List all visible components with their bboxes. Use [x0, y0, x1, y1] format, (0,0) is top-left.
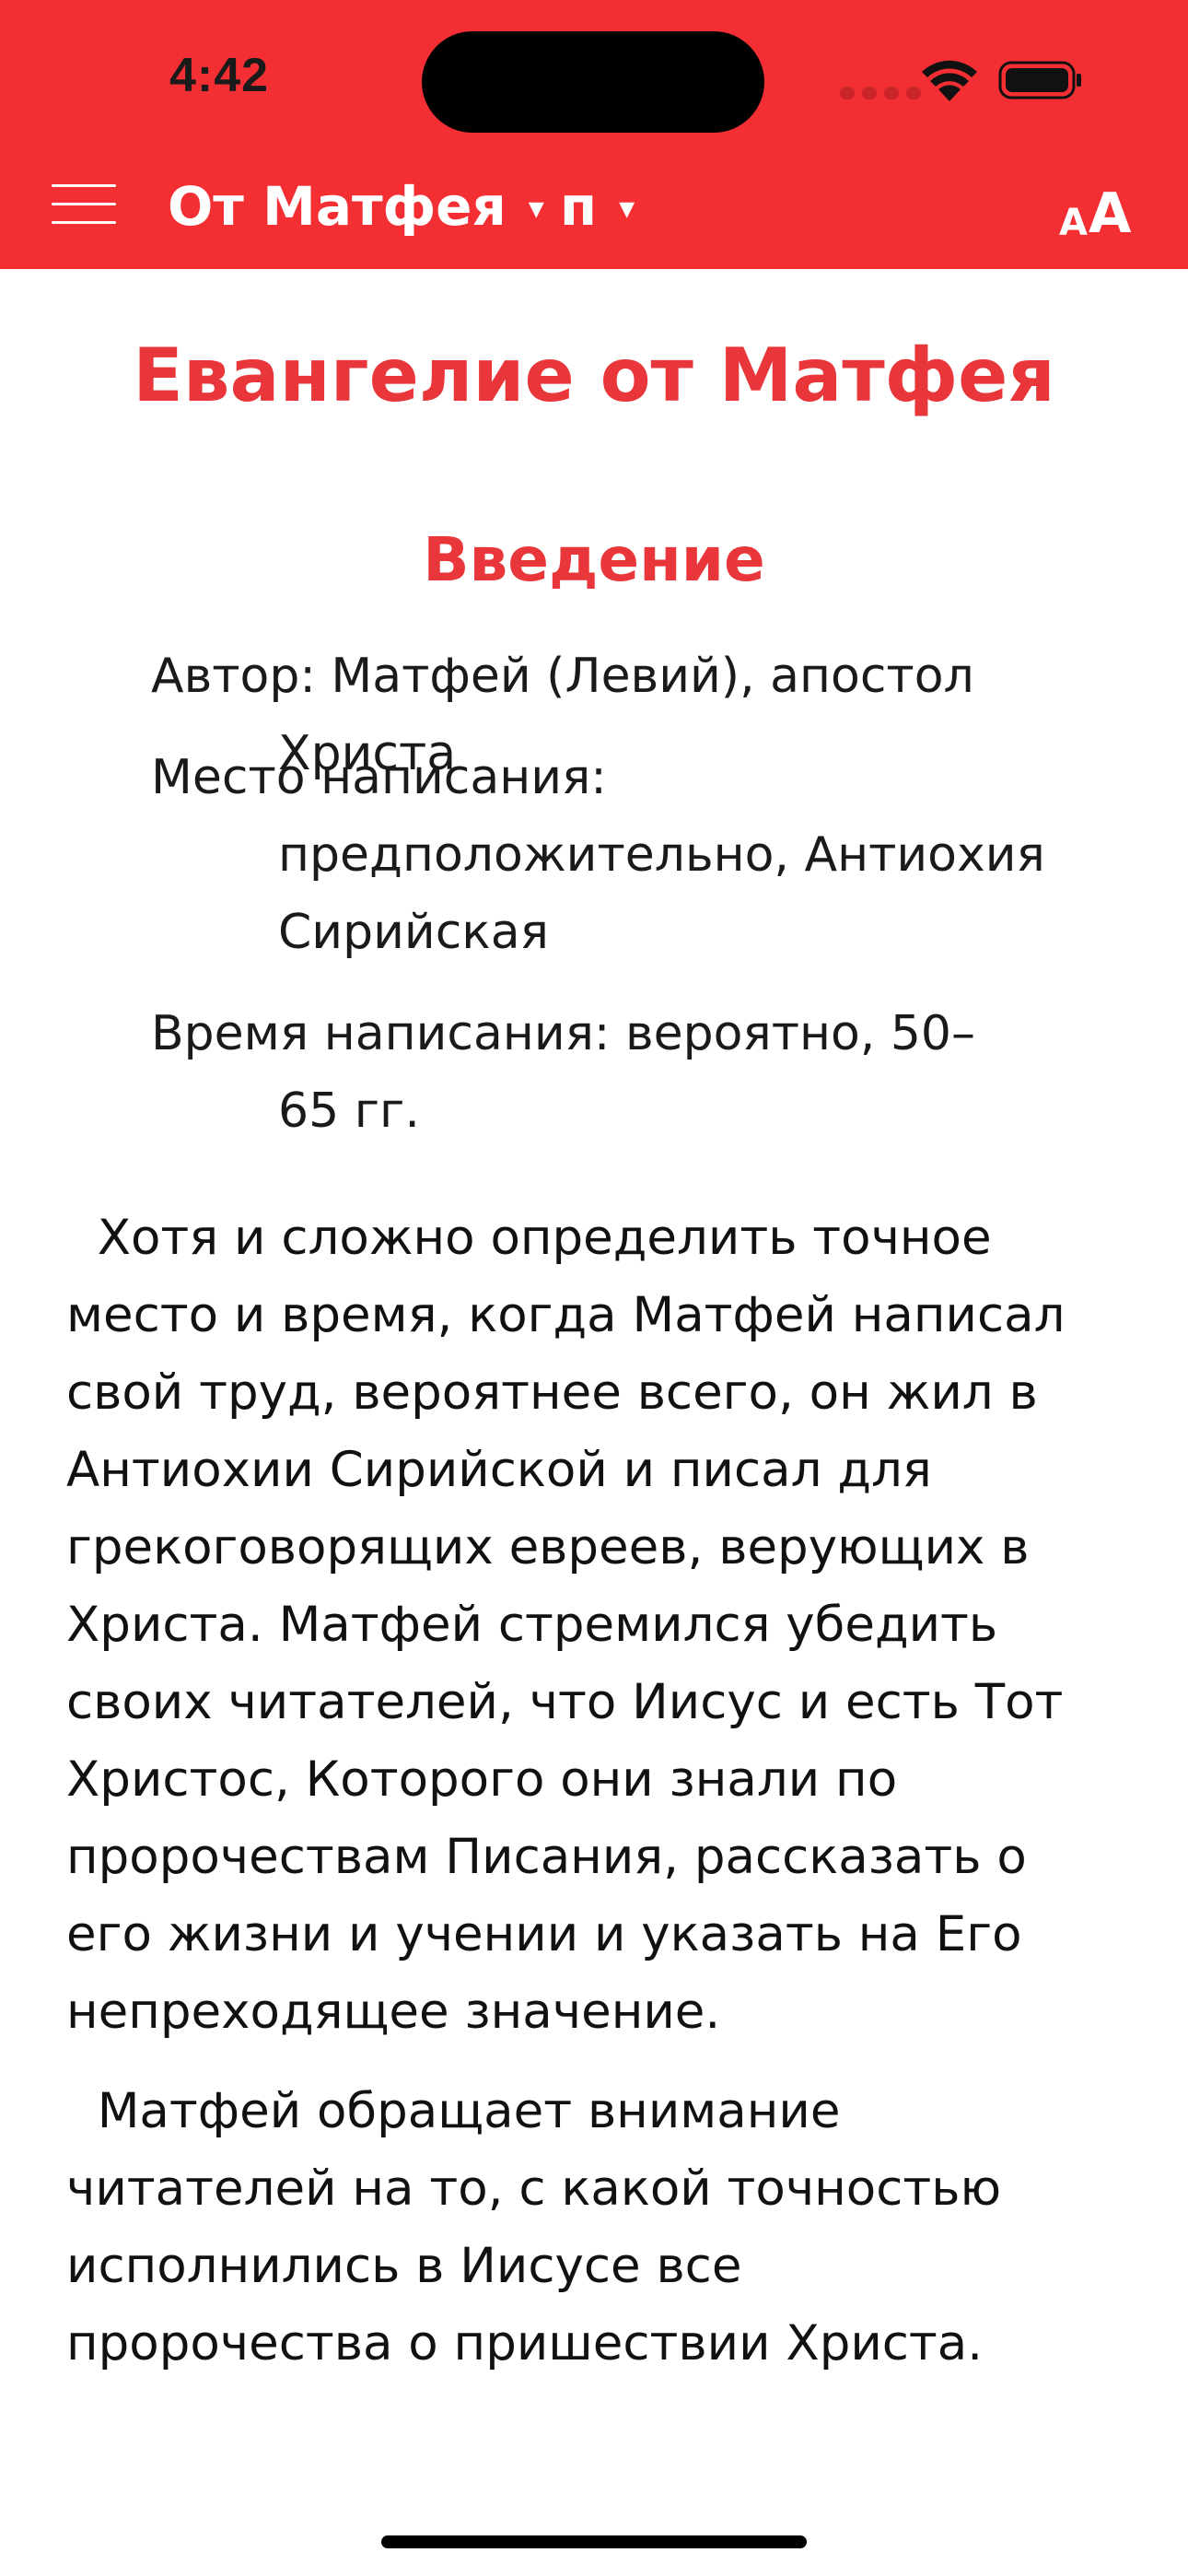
- paragraph-line: место и время, когда Матфей написал: [66, 1287, 1066, 1343]
- meta-line: Место написания:: [151, 750, 607, 805]
- chapter-selector[interactable]: п ▾: [560, 171, 635, 241]
- chevron-down-icon: ▾: [619, 190, 635, 227]
- menu-icon: [52, 184, 116, 187]
- paragraph-line: Антиохии Сирийской и писал для: [66, 1442, 932, 1498]
- paragraph-line: Хотя и сложно определить точное: [66, 1210, 992, 1266]
- intro-paragraph-1: Хотя и сложно определить точное место и в…: [66, 1200, 1135, 2051]
- cellular-signal-icon: [840, 87, 923, 100]
- dynamic-island: [422, 31, 764, 133]
- date-info: Время написания: вероятно, 50– 65 гг.: [151, 995, 1136, 1150]
- paragraph-line: свой труд, вероятнее всего, он жил в: [66, 1364, 1038, 1421]
- book-title: Евангелие от Матфея: [133, 333, 1055, 418]
- meta-line: 65 гг.: [278, 1083, 420, 1139]
- paragraph-line: пророчествам Писания, рассказать о: [66, 1829, 1027, 1885]
- paragraph-line: исполнились в Иисусе все: [66, 2238, 742, 2294]
- paragraph-line: Христос, Которого они знали по: [66, 1751, 898, 1808]
- paragraph-line: непреходящее значение.: [66, 1984, 721, 2040]
- paragraph-line: Христа. Матфей стремился убедить: [66, 1597, 998, 1653]
- book-selector-label: От Матфея: [168, 175, 507, 238]
- menu-button[interactable]: [52, 181, 118, 228]
- place-info: Место написания: предположительно, Антио…: [151, 739, 1136, 971]
- meta-line: предположительно, Антиохия: [278, 827, 1045, 883]
- meta-line: Время написания: вероятно, 50–: [151, 1006, 976, 1061]
- font-size-button[interactable]: A A: [1059, 171, 1131, 241]
- intro-paragraph-2: Матфей обращает внимание читателей на то,…: [66, 2073, 1135, 2383]
- paragraph-line: грекоговорящих евреев, верующих в: [66, 1519, 1030, 1575]
- battery-icon: [998, 61, 1081, 100]
- paragraph-line: своих читателей, что Иисус и есть Тот: [66, 1674, 1064, 1730]
- meta-line: Сирийская: [278, 905, 549, 960]
- meta-line: Автор: Матфей (Левий), апостол: [151, 649, 974, 704]
- section-heading: Введение: [423, 524, 765, 595]
- paragraph-line: читателей на то, с какой точностью: [66, 2160, 1002, 2217]
- status-time: 4:42: [169, 49, 270, 102]
- home-indicator[interactable]: [381, 2535, 807, 2548]
- book-selector[interactable]: От Матфея ▾: [168, 171, 544, 241]
- app-header: 4:42 От Матфея ▾ п ▾ A A: [0, 0, 1188, 269]
- paragraph-line: Матфей обращает внимание: [66, 2083, 841, 2139]
- paragraph-line: его жизни и учении и указать на Его: [66, 1906, 1022, 1962]
- chevron-down-icon: ▾: [528, 190, 544, 227]
- font-size-icon: A: [1059, 202, 1088, 244]
- wifi-icon: [922, 60, 977, 101]
- chapter-selector-label: п: [560, 175, 598, 238]
- paragraph-line: пророчества о пришествии Христа.: [66, 2315, 984, 2371]
